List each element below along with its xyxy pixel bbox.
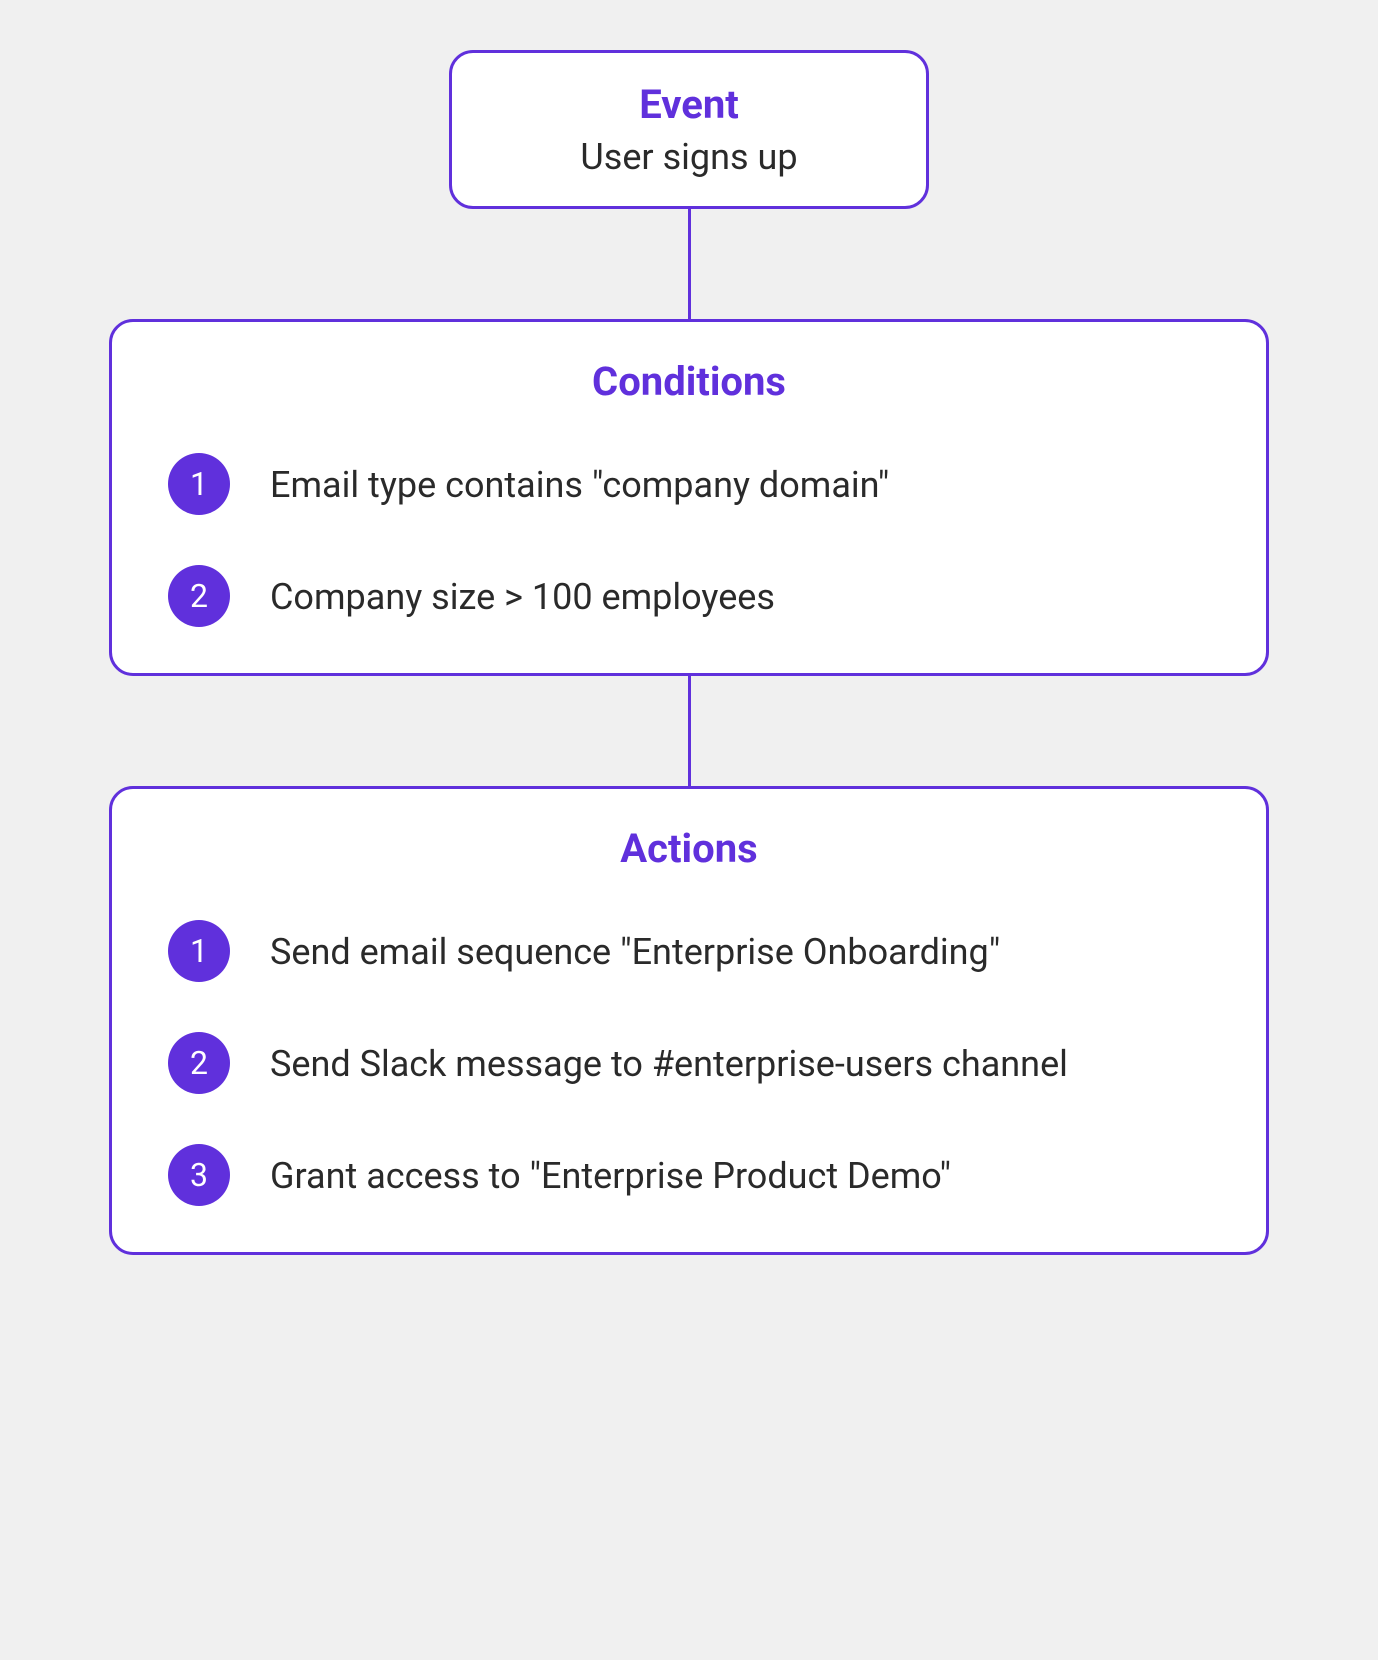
conditions-node: Conditions 1 Email type contains "compan…: [109, 319, 1269, 676]
event-node: Event User signs up: [449, 50, 929, 209]
action-number-badge: 2: [168, 1032, 230, 1094]
action-item: 2 Send Slack message to #enterprise-user…: [168, 1030, 1210, 1094]
connector-line: [688, 676, 691, 786]
actions-node: Actions 1 Send email sequence "Enterpris…: [109, 786, 1269, 1255]
actions-title: Actions: [168, 825, 1210, 872]
action-text: Grant access to "Enterprise Product Demo…: [270, 1142, 951, 1202]
condition-number-badge: 2: [168, 565, 230, 627]
event-title: Event: [500, 81, 878, 128]
action-item: 1 Send email sequence "Enterprise Onboar…: [168, 918, 1210, 982]
connector-line: [688, 209, 691, 319]
action-item: 3 Grant access to "Enterprise Product De…: [168, 1142, 1210, 1206]
condition-item: 1 Email type contains "company domain": [168, 451, 1210, 515]
condition-number-badge: 1: [168, 453, 230, 515]
condition-text: Email type contains "company domain": [270, 451, 889, 511]
action-number-badge: 1: [168, 920, 230, 982]
action-text: Send email sequence "Enterprise Onboardi…: [270, 918, 1000, 978]
condition-text: Company size > 100 employees: [270, 563, 775, 623]
condition-item: 2 Company size > 100 employees: [168, 563, 1210, 627]
action-number-badge: 3: [168, 1144, 230, 1206]
conditions-title: Conditions: [168, 358, 1210, 405]
action-text: Send Slack message to #enterprise-users …: [270, 1030, 1068, 1090]
event-subtitle: User signs up: [500, 136, 878, 178]
